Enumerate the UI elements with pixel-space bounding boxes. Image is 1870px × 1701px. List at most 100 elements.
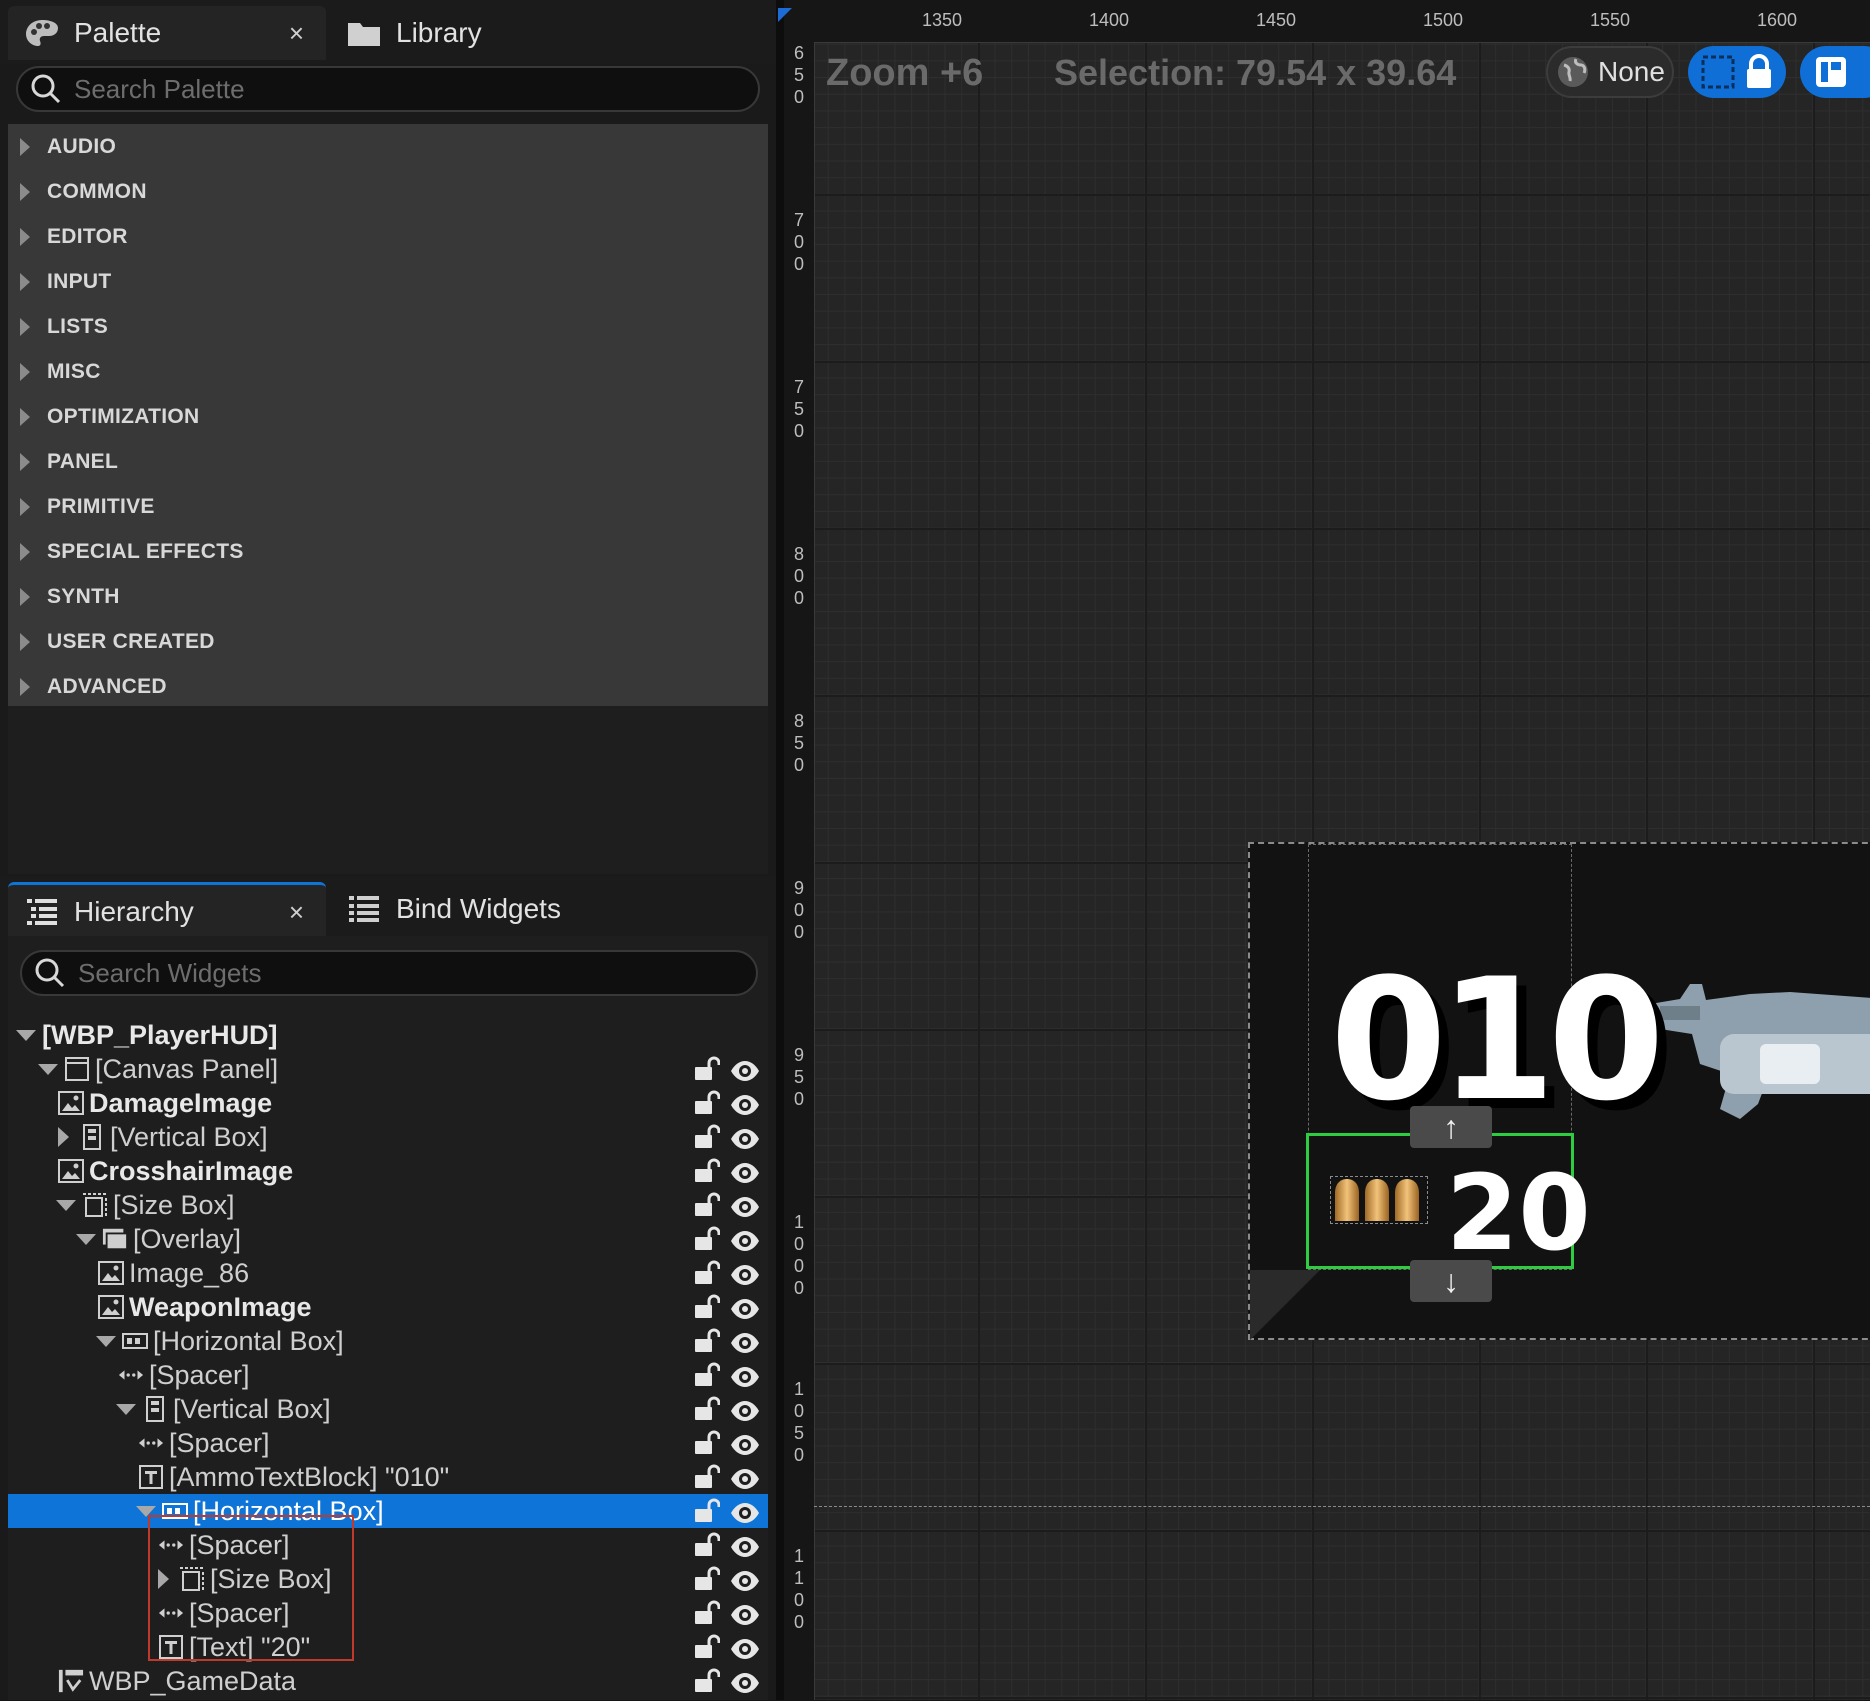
tab-library[interactable]: Library [330,6,630,60]
palette-category[interactable]: USER CREATED [8,619,768,664]
collapse-arrow-icon[interactable] [96,1335,116,1347]
widget-search[interactable] [20,950,758,996]
tree-root[interactable]: [WBP_PlayerHUD] [8,1018,768,1052]
tree-row[interactable]: [AmmoTextBlock] "010" [8,1460,768,1494]
unlock-icon[interactable] [694,1056,721,1082]
eye-icon[interactable] [730,1466,760,1489]
tree-row[interactable]: [Vertical Box] [8,1120,768,1154]
tree-row[interactable]: CrosshairImage [8,1154,768,1188]
close-icon[interactable]: × [289,897,304,928]
eye-icon[interactable] [730,1228,760,1251]
palette-category[interactable]: PRIMITIVE [8,484,768,529]
unlock-icon[interactable] [694,1226,721,1252]
palette-category[interactable]: COMMON [8,169,768,214]
unlock-icon[interactable] [694,1634,721,1660]
unlock-icon[interactable] [694,1498,721,1524]
tree-row[interactable]: [Vertical Box] [8,1392,768,1426]
collapse-arrow-icon[interactable] [16,1029,36,1041]
unlock-icon[interactable] [694,1430,721,1456]
unlock-icon[interactable] [694,1158,721,1184]
tab-bind-widgets[interactable]: Bind Widgets [330,882,630,936]
tree-row[interactable]: Image_86 [8,1256,768,1290]
palette-category[interactable]: SYNTH [8,574,768,619]
eye-icon[interactable] [730,1330,760,1353]
eye-icon[interactable] [730,1160,760,1183]
eye-icon[interactable] [730,1262,760,1285]
eye-icon[interactable] [730,1092,760,1115]
eye-icon[interactable] [730,1194,760,1217]
palette-category[interactable]: AUDIO [8,124,768,169]
tree-row[interactable]: [Size Box] [8,1188,768,1222]
move-down-button[interactable]: ↓ [1410,1260,1492,1302]
tree-row[interactable]: [Spacer] [8,1596,768,1630]
palette-search-input[interactable] [72,72,728,106]
unlock-icon[interactable] [694,1668,721,1694]
unlock-icon[interactable] [694,1124,721,1150]
unlock-icon[interactable] [694,1294,721,1320]
unlock-icon[interactable] [694,1464,721,1490]
eye-icon[interactable] [730,1296,760,1319]
close-icon[interactable]: × [289,18,304,49]
tab-palette[interactable]: Palette × [8,6,326,60]
palette-search[interactable] [16,66,760,112]
expand-arrow-icon[interactable] [58,1127,69,1147]
reserve-ammo-text[interactable]: 20 [1446,1152,1591,1274]
eye-icon[interactable] [730,1364,760,1387]
eye-icon[interactable] [730,1636,760,1659]
tree-row[interactable]: [Horizontal Box] [8,1324,768,1358]
unlock-icon[interactable] [694,1600,721,1626]
unlock-icon[interactable] [694,1328,721,1354]
eye-icon[interactable] [730,1568,760,1591]
eye-icon[interactable] [730,1602,760,1625]
palette-category[interactable]: LISTS [8,304,768,349]
palette-category[interactable]: OPTIMIZATION [8,394,768,439]
palette-category[interactable]: EDITOR [8,214,768,259]
widget-search-input[interactable] [76,956,726,990]
collapse-arrow-icon[interactable] [56,1199,76,1211]
tree-row[interactable]: [Spacer] [8,1358,768,1392]
tree-row[interactable]: WeaponImage [8,1290,768,1324]
unlock-icon[interactable] [694,1396,721,1422]
eye-icon[interactable] [730,1500,760,1523]
expand-arrow-icon [20,407,30,426]
eye-icon[interactable] [730,1670,760,1693]
tree-row[interactable]: [Spacer] [8,1528,768,1562]
ammo-text[interactable]: 010 [1330,942,1665,1138]
palette-category-label: SYNTH [47,584,120,608]
tree-row[interactable]: WBP_GameData [8,1664,768,1698]
palette-category[interactable]: INPUT [8,259,768,304]
unlock-icon[interactable] [694,1090,721,1116]
tree-row[interactable]: [Canvas Panel] [8,1052,768,1086]
unlock-icon[interactable] [694,1362,721,1388]
tree-row[interactable]: DamageImage [8,1086,768,1120]
eye-icon[interactable] [730,1126,760,1149]
tree-row-selected[interactable]: [Horizontal Box] [8,1494,768,1528]
move-up-button[interactable]: ↑ [1410,1106,1492,1148]
tab-hierarchy[interactable]: Hierarchy × [8,882,326,939]
palette-category[interactable]: ADVANCED [8,664,768,709]
eye-icon[interactable] [730,1534,760,1557]
palette-category[interactable]: MISC [8,349,768,394]
unlock-icon[interactable] [694,1192,721,1218]
tree-row[interactable]: [Text] "20" [8,1630,768,1664]
eye-icon[interactable] [730,1432,760,1455]
palette-category[interactable]: SPECIAL EFFECTS [8,529,768,574]
localization-preview-button[interactable]: None [1546,46,1674,98]
palette-category[interactable]: PANEL [8,439,768,484]
collapse-arrow-icon[interactable] [116,1403,136,1415]
unlock-icon[interactable] [694,1566,721,1592]
eye-icon[interactable] [730,1058,760,1081]
layout-toggle[interactable] [1800,46,1870,98]
tree-row[interactable]: [Overlay] [8,1222,768,1256]
safe-zone-toggle[interactable] [1688,46,1786,98]
tree-row[interactable]: [Spacer] [8,1426,768,1460]
tree-row[interactable]: [Size Box] [8,1562,768,1596]
unlock-icon[interactable] [694,1260,721,1286]
collapse-arrow-icon[interactable] [38,1063,58,1075]
ammo-icon-sizebox[interactable] [1330,1176,1428,1224]
unlock-icon[interactable] [694,1532,721,1558]
collapse-arrow-icon[interactable] [76,1233,96,1245]
panel-splitter[interactable] [776,0,784,1700]
eye-icon[interactable] [730,1398,760,1421]
weapon-image[interactable] [1640,944,1870,1204]
